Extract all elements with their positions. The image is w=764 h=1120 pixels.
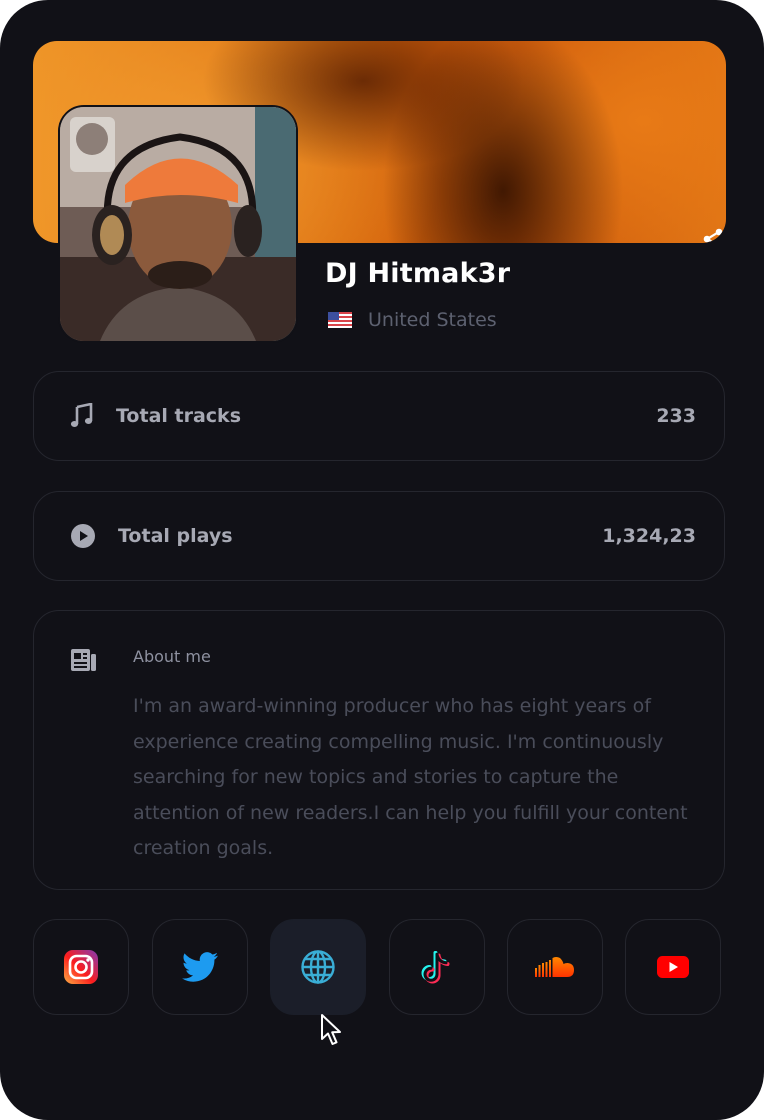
website-button[interactable] bbox=[270, 919, 366, 1015]
artist-name: DJ Hitmak3r bbox=[325, 258, 511, 289]
twitter-button[interactable] bbox=[152, 919, 248, 1015]
avatar bbox=[58, 105, 298, 343]
tiktok-icon bbox=[421, 951, 450, 984]
globe-icon bbox=[301, 950, 335, 984]
play-circle-icon bbox=[71, 524, 95, 548]
about-text: I'm an award-winning producer who has ei… bbox=[133, 695, 688, 859]
about-title: About me bbox=[133, 647, 211, 666]
country-name: United States bbox=[368, 309, 497, 331]
share-button[interactable] bbox=[698, 224, 726, 243]
newspaper-icon bbox=[71, 649, 96, 671]
country-row: United States bbox=[328, 306, 497, 334]
music-note-icon bbox=[70, 403, 93, 427]
mouse-cursor-icon bbox=[321, 1014, 341, 1045]
share-icon bbox=[703, 228, 723, 243]
stat-label: Total plays bbox=[118, 525, 233, 547]
youtube-button[interactable] bbox=[625, 919, 721, 1015]
soundcloud-icon bbox=[535, 957, 574, 977]
tiktok-button[interactable] bbox=[389, 919, 485, 1015]
instagram-icon bbox=[64, 950, 98, 984]
youtube-icon bbox=[657, 956, 689, 978]
social-links bbox=[33, 919, 723, 1017]
soundcloud-button[interactable] bbox=[507, 919, 603, 1015]
stat-label: Total tracks bbox=[116, 405, 242, 427]
us-flag-icon bbox=[328, 312, 352, 328]
stat-value: 233 bbox=[656, 405, 696, 427]
profile-card: DJ Hitmak3r United States Total tracks 2… bbox=[0, 0, 764, 1120]
total-plays-row: Total plays 1,324,23 bbox=[33, 491, 725, 581]
total-tracks-row: Total tracks 233 bbox=[33, 371, 725, 461]
about-section: About me I'm an award-winning producer w… bbox=[33, 610, 725, 890]
instagram-button[interactable] bbox=[33, 919, 129, 1015]
twitter-icon bbox=[182, 952, 218, 982]
stat-value: 1,324,23 bbox=[602, 525, 696, 547]
